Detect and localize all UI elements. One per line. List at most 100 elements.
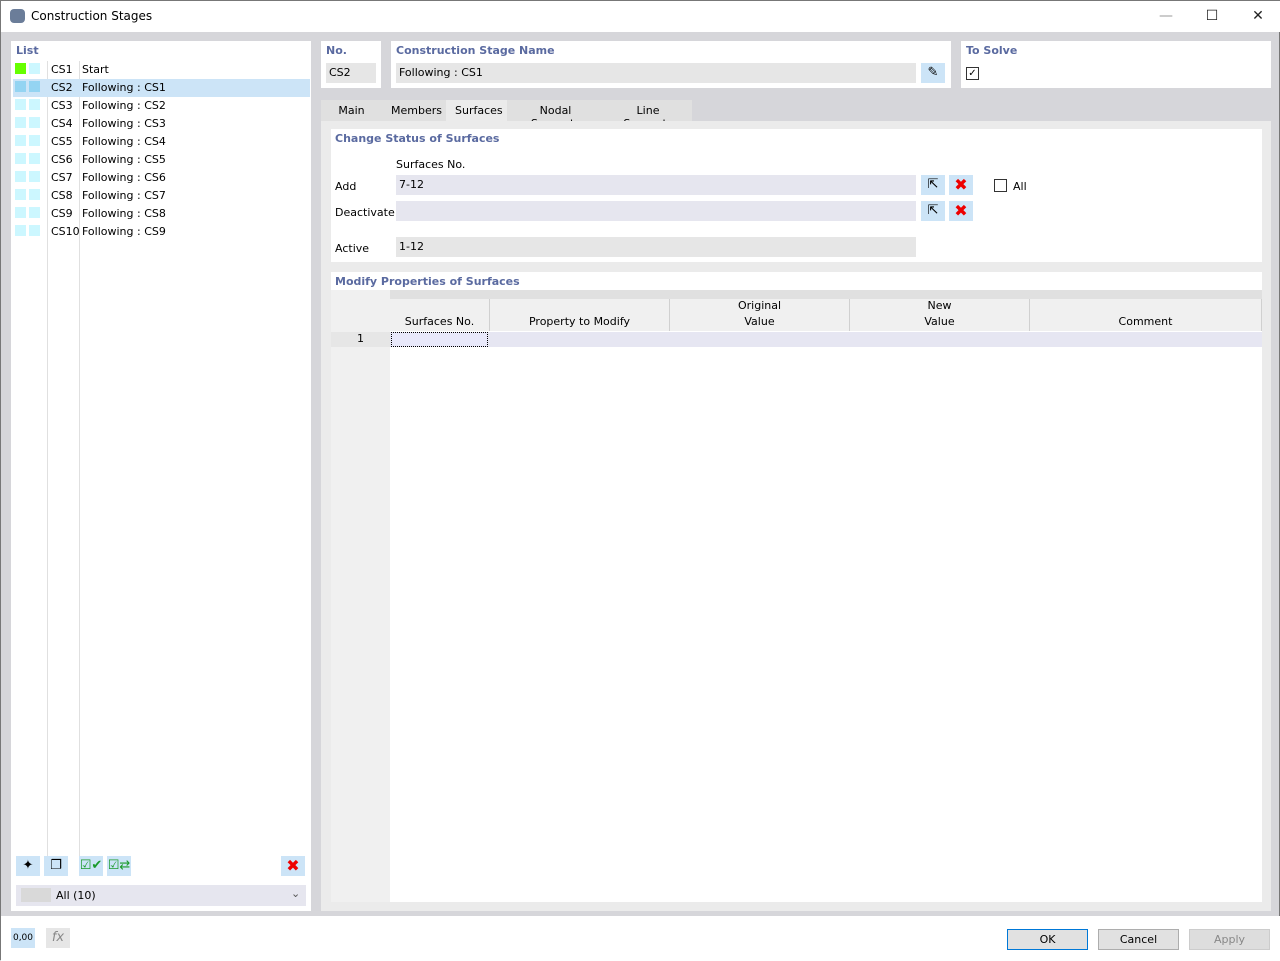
row-number: 1 xyxy=(331,332,390,347)
stage-color-swatch xyxy=(15,99,26,110)
pick-deactivate-icon[interactable]: ⇱ xyxy=(921,201,945,221)
copy-stage-icon[interactable]: ❐ xyxy=(44,856,68,876)
stage-name: Following : CS5 xyxy=(82,153,166,166)
stage-id: CS4 xyxy=(51,117,73,130)
surfaces-no-cell[interactable] xyxy=(391,332,488,347)
stage-id: CS9 xyxy=(51,207,73,220)
edit-name-icon[interactable]: ✎ xyxy=(921,63,945,83)
change-status-header: Change Status of Surfaces xyxy=(335,132,500,145)
stage-id: CS5 xyxy=(51,135,73,148)
stage-color-swatch xyxy=(29,117,40,128)
stage-name: Following : CS4 xyxy=(82,135,166,148)
ok-button[interactable]: OK xyxy=(1007,929,1088,950)
list-item[interactable]: CS5 Following : CS4 xyxy=(13,133,310,151)
filter-value: All (10) xyxy=(56,889,96,902)
list-item[interactable]: CS1 Start xyxy=(13,61,310,79)
stage-color-swatch xyxy=(29,153,40,164)
stage-name: Following : CS7 xyxy=(82,189,166,202)
check-all-icon[interactable]: ☑✔ xyxy=(79,856,103,876)
list-item[interactable]: CS7 Following : CS6 xyxy=(13,169,310,187)
add-field[interactable]: 7-12 xyxy=(396,175,916,195)
tab-main[interactable]: Main xyxy=(321,100,382,121)
stage-name: Start xyxy=(82,63,109,76)
stage-color-swatch xyxy=(29,99,40,110)
list-item[interactable]: CS2 Following : CS1 xyxy=(13,79,310,97)
stage-name: Following : CS9 xyxy=(82,225,166,238)
stage-name: Following : CS3 xyxy=(82,117,166,130)
filter-dropdown[interactable]: All (10) ⌄ xyxy=(16,885,306,906)
maximize-button[interactable]: ☐ xyxy=(1189,1,1235,32)
list-item[interactable]: CS8 Following : CS7 xyxy=(13,187,310,205)
stage-color-swatch xyxy=(29,63,40,74)
stage-color-swatch xyxy=(15,135,26,146)
list-item[interactable]: CS4 Following : CS3 xyxy=(13,115,310,133)
apply-button[interactable]: Apply xyxy=(1189,929,1270,950)
delete-icon[interactable]: ✖ xyxy=(281,856,305,876)
clear-add-icon[interactable]: ✖ xyxy=(949,175,973,195)
stage-color-swatch xyxy=(29,81,40,92)
stage-name: Following : CS2 xyxy=(82,99,166,112)
list-item[interactable]: CS3 Following : CS2 xyxy=(13,97,310,115)
no-label: No. xyxy=(326,44,347,57)
list-header: List xyxy=(16,44,39,57)
table-row[interactable] xyxy=(390,332,1262,347)
stage-color-swatch xyxy=(15,189,26,200)
minimize-button[interactable]: — xyxy=(1143,1,1189,32)
stage-color-swatch xyxy=(15,225,26,236)
stage-id: CS2 xyxy=(51,81,73,94)
list-item[interactable]: CS6 Following : CS5 xyxy=(13,151,310,169)
column-header: Comment xyxy=(1030,299,1262,331)
change-status-section: Change Status of Surfaces Surfaces No. A… xyxy=(331,129,1262,262)
deactivate-label: Deactivate xyxy=(335,206,395,219)
surfaces-no-label: Surfaces No. xyxy=(396,158,466,171)
to-solve-checkbox[interactable]: ✓ xyxy=(966,67,979,80)
all-checkbox[interactable] xyxy=(994,179,1007,192)
footer xyxy=(1,916,1280,961)
stage-color-swatch xyxy=(29,135,40,146)
toggle-check-icon[interactable]: ☑⇄ xyxy=(107,856,131,876)
stage-id: CS3 xyxy=(51,99,73,112)
stage-color-swatch xyxy=(15,207,26,218)
stage-color-swatch xyxy=(15,63,26,74)
stage-color-swatch xyxy=(15,81,26,92)
stage-color-swatch xyxy=(29,207,40,218)
stage-name: Following : CS8 xyxy=(82,207,166,220)
chevron-down-icon: ⌄ xyxy=(291,887,301,900)
tab-line-supports[interactable]: Line Supports xyxy=(604,100,692,130)
window-title: Construction Stages xyxy=(31,9,153,23)
no-group: No. CS2 xyxy=(321,41,381,88)
name-label: Construction Stage Name xyxy=(396,44,555,57)
column-header: New Value xyxy=(850,299,1030,331)
deactivate-field[interactable] xyxy=(396,201,916,221)
to-solve-group: To Solve ✓ xyxy=(961,41,1271,88)
stage-id: CS8 xyxy=(51,189,73,202)
column-header: Original Value xyxy=(670,299,850,331)
tab-nodal-supports[interactable]: Nodal Supports xyxy=(507,100,604,130)
stage-color-swatch xyxy=(15,153,26,164)
tab-surfaces[interactable]: Surfaces xyxy=(446,100,507,121)
cancel-button[interactable]: Cancel xyxy=(1098,929,1179,950)
stage-name-field[interactable]: Following : CS1 xyxy=(396,63,916,83)
title-bar: Construction Stages — ☐ ✕ xyxy=(1,1,1280,32)
column-header: Surfaces No. xyxy=(390,299,490,331)
name-group: Construction Stage Name Following : CS1 … xyxy=(391,41,951,88)
stage-name: Following : CS6 xyxy=(82,171,166,184)
close-button[interactable]: ✕ xyxy=(1235,1,1280,32)
pick-add-icon[interactable]: ⇱ xyxy=(921,175,945,195)
stage-color-swatch xyxy=(15,171,26,182)
app-icon xyxy=(10,9,25,23)
stage-id: CS7 xyxy=(51,171,73,184)
stage-color-swatch xyxy=(29,225,40,236)
list-item[interactable]: CS10 Following : CS9 xyxy=(13,223,310,241)
list-item[interactable]: CS9 Following : CS8 xyxy=(13,205,310,223)
stage-color-swatch xyxy=(29,189,40,200)
new-stage-icon[interactable]: ✦ xyxy=(16,856,40,876)
clear-deactivate-icon[interactable]: ✖ xyxy=(949,201,973,221)
formula-icon[interactable]: fx xyxy=(46,928,70,948)
active-field: 1-12 xyxy=(396,237,916,257)
stage-color-swatch xyxy=(15,117,26,128)
active-label: Active xyxy=(335,242,370,255)
column-header: Property to Modify xyxy=(490,299,670,331)
tab-members[interactable]: Members xyxy=(382,100,446,121)
units-icon[interactable]: 0,00 xyxy=(11,928,35,948)
